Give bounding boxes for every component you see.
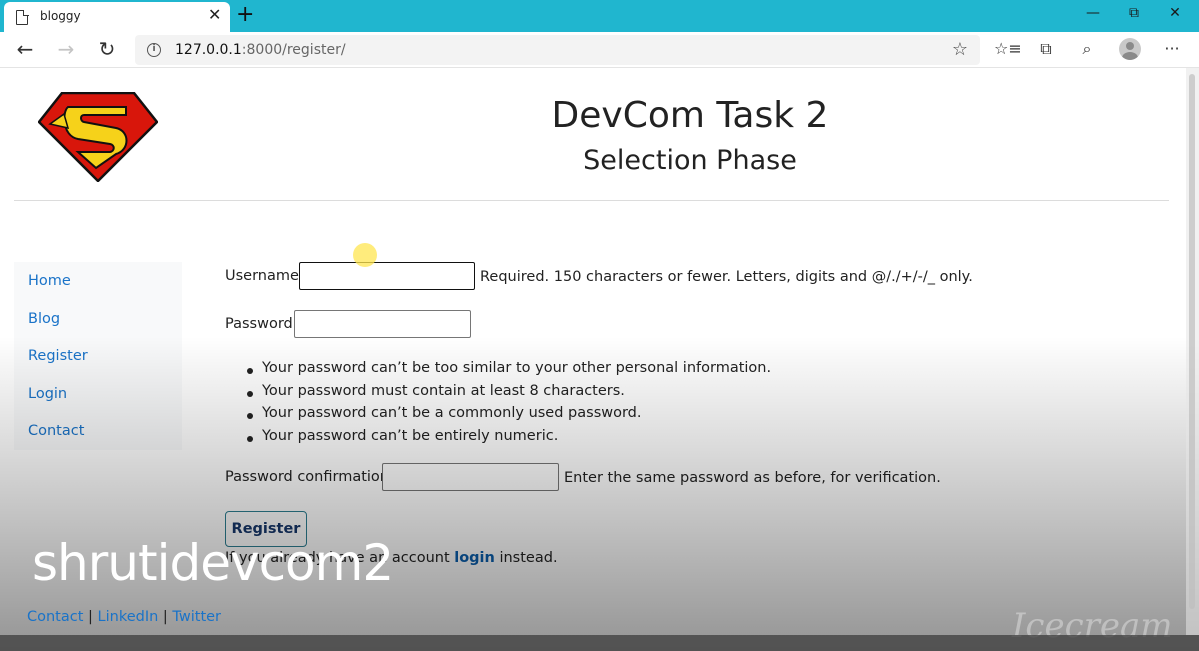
- password-confirmation-label: Password confirmation:: [225, 469, 394, 485]
- video-caption: shrutidevcom2: [32, 534, 394, 592]
- sidebar-item-login[interactable]: Login: [28, 386, 67, 402]
- username-label: Username:: [225, 268, 304, 284]
- favorite-star-icon[interactable]: ☆: [952, 39, 968, 60]
- footer: Contact | LinkedIn | Twitter: [27, 609, 221, 625]
- sidebar-item-register[interactable]: Register: [28, 348, 88, 364]
- feedback-icon[interactable]: ⌕: [1076, 38, 1098, 60]
- list-item: Your password can’t be entirely numeric.: [246, 428, 771, 451]
- url-text[interactable]: 127.0.0.1:8000/register/: [175, 42, 346, 58]
- address-bar[interactable]: i 127.0.0.1:8000/register/ ☆: [135, 35, 980, 65]
- forward-button[interactable]: →: [52, 36, 80, 64]
- more-options-icon[interactable]: ···: [1161, 38, 1183, 60]
- scrollbar-thumb[interactable]: [1189, 74, 1195, 609]
- password-rules-list: Your password can’t be too similar to yo…: [246, 360, 771, 451]
- username-input[interactable]: [299, 262, 475, 290]
- username-help-text: Required. 150 characters or fewer. Lette…: [480, 269, 973, 285]
- sidebar-item-blog[interactable]: Blog: [28, 311, 60, 327]
- restore-button[interactable]: ⧉: [1121, 2, 1147, 24]
- list-item: Your password must contain at least 8 ch…: [246, 383, 771, 406]
- page-subtitle: Selection Phase: [583, 145, 797, 176]
- browser-tab[interactable]: bloggy ✕: [4, 2, 230, 32]
- footer-separator: |: [88, 609, 93, 625]
- vertical-scrollbar[interactable]: [1186, 68, 1199, 635]
- new-tab-button[interactable]: +: [236, 3, 254, 27]
- page-title: DevCom Task 2: [551, 95, 829, 136]
- reload-button[interactable]: ↻: [93, 36, 121, 64]
- sidebar-item-contact[interactable]: Contact: [28, 423, 84, 439]
- password-confirmation-help-text: Enter the same password as before, for v…: [564, 470, 941, 486]
- list-item: Your password can’t be a commonly used p…: [246, 405, 771, 428]
- tab-title: bloggy: [40, 9, 81, 23]
- password-input[interactable]: [294, 310, 471, 338]
- collections-icon[interactable]: ⧉: [1035, 38, 1057, 60]
- minimize-button[interactable]: —: [1080, 2, 1106, 24]
- profile-avatar[interactable]: [1119, 38, 1141, 60]
- sidebar-nav: Home Blog Register Login Contact: [14, 262, 182, 450]
- favorites-icon[interactable]: ☆≡: [994, 38, 1022, 60]
- back-button[interactable]: ←: [11, 36, 39, 64]
- header-divider: [14, 200, 1169, 201]
- superman-logo: [38, 92, 158, 182]
- browser-title-bar: bloggy ✕ + — ⧉ ✕: [0, 0, 1199, 32]
- page-content: DevCom Task 2 Selection Phase Home Blog …: [0, 68, 1199, 651]
- footer-separator: |: [162, 609, 168, 625]
- footer-link-linkedin[interactable]: LinkedIn: [98, 609, 159, 625]
- page-icon: [16, 9, 29, 25]
- password-confirmation-input[interactable]: [382, 463, 559, 491]
- sidebar-item-home[interactable]: Home: [28, 273, 71, 289]
- login-link[interactable]: login: [454, 550, 495, 566]
- cursor-highlight: [353, 243, 377, 267]
- list-item: Your password can’t be too similar to yo…: [246, 360, 771, 383]
- password-label: Password:: [225, 316, 298, 332]
- footer-link-twitter[interactable]: Twitter: [172, 609, 221, 625]
- footer-link-contact[interactable]: Contact: [27, 609, 83, 625]
- browser-toolbar: ← → ↻ i 127.0.0.1:8000/register/ ☆ ☆≡ ⧉ …: [0, 32, 1199, 68]
- video-progress-bar[interactable]: [0, 635, 1199, 651]
- site-info-icon[interactable]: i: [147, 43, 161, 57]
- close-window-button[interactable]: ✕: [1162, 2, 1188, 24]
- tab-close-icon[interactable]: ✕: [208, 7, 221, 23]
